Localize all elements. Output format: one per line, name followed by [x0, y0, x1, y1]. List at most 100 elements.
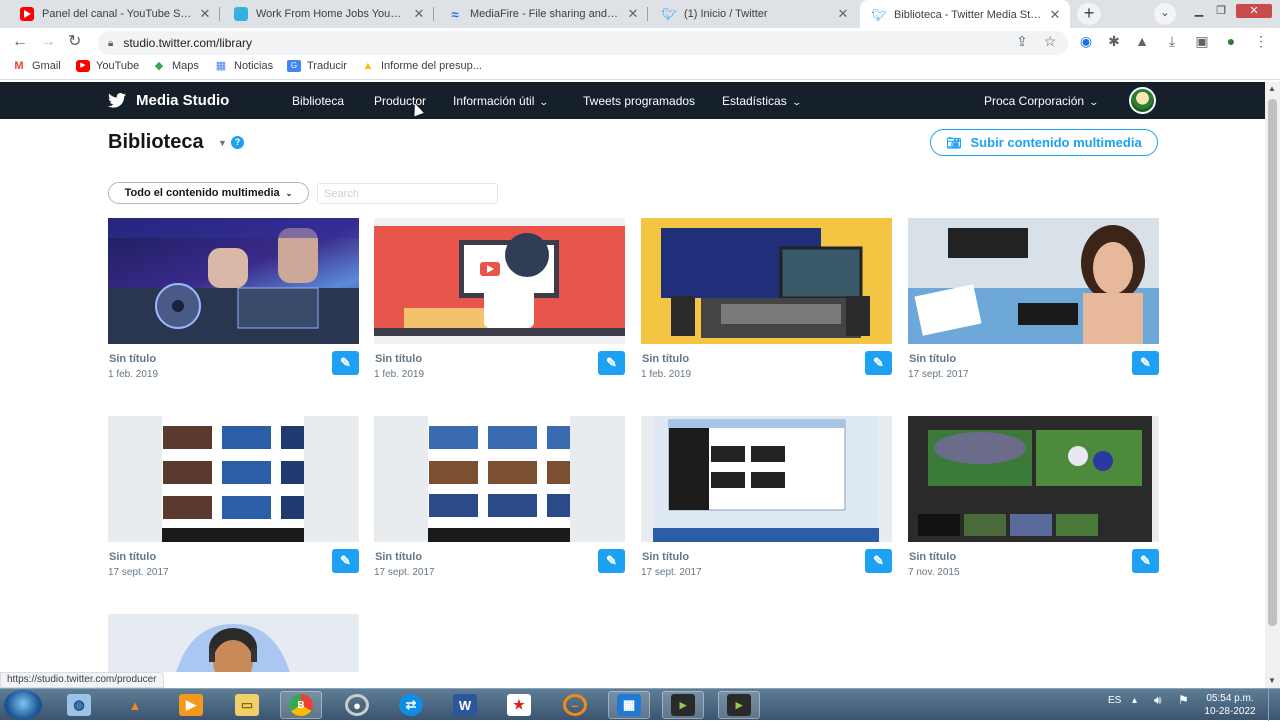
reload-icon[interactable]: ↻ — [68, 32, 81, 52]
nav-informacion-util[interactable]: Información útil ⌄ — [453, 94, 549, 108]
compose-tweet-icon[interactable]: ✎ — [598, 549, 625, 573]
compose-tweet-icon[interactable]: ✎ — [865, 351, 892, 375]
upload-media-button[interactable]: 📷︎ Subir contenido multimedia — [930, 129, 1158, 156]
compose-tweet-icon[interactable]: ✎ — [332, 549, 359, 573]
compose-tweet-icon[interactable]: ✎ — [332, 351, 359, 375]
media-thumbnail[interactable] — [374, 218, 625, 344]
nav-estadisticas[interactable]: Estadísticas ⌄ — [722, 94, 802, 108]
taskbar-app[interactable]: ▶ — [170, 691, 212, 719]
close-window-icon[interactable]: ✕ — [1236, 4, 1272, 18]
taskbar-app-active[interactable]: B — [280, 691, 322, 719]
bookmark-translate[interactable]: G Traducir — [287, 60, 347, 72]
download-icon[interactable]: ⤓ — [1163, 33, 1181, 50]
clock[interactable]: 05:54 p.m. 10-28-2022 — [1200, 692, 1260, 718]
taskbar-app[interactable]: ◍ — [58, 691, 100, 719]
media-thumbnail[interactable] — [908, 416, 1159, 542]
media-thumbnail[interactable] — [641, 416, 892, 542]
media-card[interactable] — [108, 614, 359, 672]
media-card[interactable]: Sin título 17 sept. 2017 ✎ — [108, 416, 359, 596]
taskbar-app[interactable]: – — [554, 691, 596, 719]
dj-mixer-thumbnail — [108, 218, 359, 344]
taskbar-app-active[interactable]: ▸ — [718, 691, 760, 719]
restore-icon[interactable]: ❐ — [1212, 4, 1230, 18]
browser-tab[interactable]: Work From Home Jobs YouTube ✕ — [222, 0, 434, 28]
nav-tweets-programados[interactable]: Tweets programados — [583, 94, 695, 108]
close-tab-icon[interactable]: ✕ — [836, 6, 850, 22]
media-filter-dropdown[interactable]: Todo el contenido multimedia ⌄ — [108, 182, 309, 204]
side-panel-icon[interactable]: ▣ — [1193, 33, 1211, 50]
page-scrollbar[interactable]: ▲ ▼ — [1265, 82, 1280, 688]
help-icon[interactable]: ? — [231, 136, 244, 149]
taskbar-app[interactable]: ★ — [498, 691, 540, 719]
chevron-down-icon: ⌄ — [791, 97, 802, 107]
bookmark-youtube[interactable]: ▶ YouTube — [76, 60, 139, 72]
bookmark-drive[interactable]: ▲ Informe del presup... — [361, 60, 482, 72]
close-tab-icon[interactable]: ✕ — [412, 6, 426, 22]
address-bar[interactable]: 🔒︎ studio.twitter.com/library — [98, 31, 1068, 55]
media-card[interactable]: Sin título 1 feb. 2019 ✎ — [374, 218, 625, 398]
back-arrow-icon[interactable]: ← — [12, 32, 28, 52]
taskbar-app[interactable]: W — [444, 691, 486, 719]
taskbar-app-active[interactable]: ▦ — [608, 691, 650, 719]
media-thumbnail[interactable] — [374, 416, 625, 542]
brand-logo[interactable]: Media Studio — [108, 92, 229, 109]
media-thumbnail[interactable] — [641, 218, 892, 344]
share-icon[interactable]: ⇪ — [1013, 33, 1031, 50]
taskbar-app[interactable]: ▲ — [114, 691, 156, 719]
chevron-down-icon[interactable]: ▼ — [218, 138, 227, 148]
tab-search-chevron-icon[interactable]: ⌄ — [1154, 3, 1176, 25]
browser-menu-icon[interactable]: ⋮ — [1252, 33, 1270, 50]
browser-tab[interactable]: 🐦︎ (1) Inicio / Twitter ✕ — [650, 0, 858, 28]
media-card[interactable]: Sin título 1 feb. 2019 ✎ — [641, 218, 892, 398]
media-card[interactable]: Sin título 1 feb. 2019 ✎ — [108, 218, 359, 398]
minimize-icon[interactable]: ▁ — [1190, 4, 1208, 18]
volume-icon[interactable]: 🔊︎ — [1154, 693, 1162, 708]
extensions-puzzle-icon[interactable]: ✱ — [1105, 33, 1123, 50]
scrollbar-thumb[interactable] — [1268, 99, 1277, 626]
tab-title: Panel del canal - YouTube Studio — [42, 8, 192, 20]
media-card[interactable]: Sin título 7 nov. 2015 ✎ — [908, 416, 1159, 596]
media-thumbnail[interactable] — [108, 614, 359, 672]
search-input[interactable] — [317, 183, 498, 204]
scroll-down-icon[interactable]: ▼ — [1268, 676, 1276, 685]
browser-tab[interactable]: ≈ MediaFire - File sharing and stora ✕ — [436, 0, 648, 28]
taskbar-app[interactable]: ● — [336, 691, 378, 719]
close-tab-icon[interactable]: ✕ — [1048, 7, 1062, 23]
nav-biblioteca[interactable]: Biblioteca — [292, 94, 344, 108]
account-switcher[interactable]: Proca Corporación ⌄ — [984, 94, 1099, 108]
taskbar-app[interactable]: ▭ — [226, 691, 268, 719]
media-thumbnail[interactable] — [108, 218, 359, 344]
media-card[interactable]: Sin título 17 sept. 2017 ✎ — [374, 416, 625, 596]
browser-tab-active[interactable]: 🐦︎ Biblioteca - Twitter Media Studio ✕ — [860, 0, 1070, 30]
media-card[interactable]: Sin título 17 sept. 2017 ✎ — [641, 416, 892, 596]
taskbar-app-active[interactable]: ▸ — [662, 691, 704, 719]
bookmark-news[interactable]: ▦ Noticias — [214, 60, 273, 72]
compose-tweet-icon[interactable]: ✎ — [1132, 351, 1159, 375]
media-thumbnail[interactable] — [108, 416, 359, 542]
avatar[interactable] — [1129, 87, 1156, 114]
scroll-up-icon[interactable]: ▲ — [1268, 84, 1276, 93]
compose-tweet-icon[interactable]: ✎ — [865, 549, 892, 573]
forward-arrow-icon[interactable]: → — [40, 32, 56, 52]
profile-avatar-icon[interactable]: ● — [1222, 33, 1240, 49]
language-indicator[interactable]: ES — [1108, 695, 1121, 706]
close-tab-icon[interactable]: ✕ — [626, 6, 640, 22]
start-button[interactable] — [4, 690, 42, 720]
bookmark-star-icon[interactable]: ☆ — [1041, 33, 1059, 50]
show-desktop-button[interactable] — [1268, 689, 1280, 721]
flag-icon[interactable]: ⚑ — [1178, 693, 1189, 707]
compose-tweet-icon[interactable]: ✎ — [1132, 549, 1159, 573]
new-tab-button[interactable]: + — [1077, 3, 1101, 25]
close-tab-icon[interactable]: ✕ — [198, 6, 212, 22]
extension-icon[interactable]: ◉ — [1077, 33, 1095, 50]
browser-tab[interactable]: Panel del canal - YouTube Studio ✕ — [8, 0, 220, 28]
media-date: 17 sept. 2017 — [908, 369, 969, 380]
media-card[interactable]: Sin título 17 sept. 2017 ✎ — [908, 218, 1159, 398]
bookmark-maps[interactable]: ◆ Maps — [152, 60, 199, 72]
flask-icon[interactable]: ▲ — [1133, 33, 1151, 49]
bookmark-gmail[interactable]: M Gmail — [12, 60, 60, 72]
taskbar-app[interactable]: ⇄ — [390, 691, 432, 719]
media-thumbnail[interactable] — [908, 218, 1159, 344]
compose-tweet-icon[interactable]: ✎ — [598, 351, 625, 375]
tray-chevron-icon[interactable]: ▴ — [1132, 695, 1137, 706]
